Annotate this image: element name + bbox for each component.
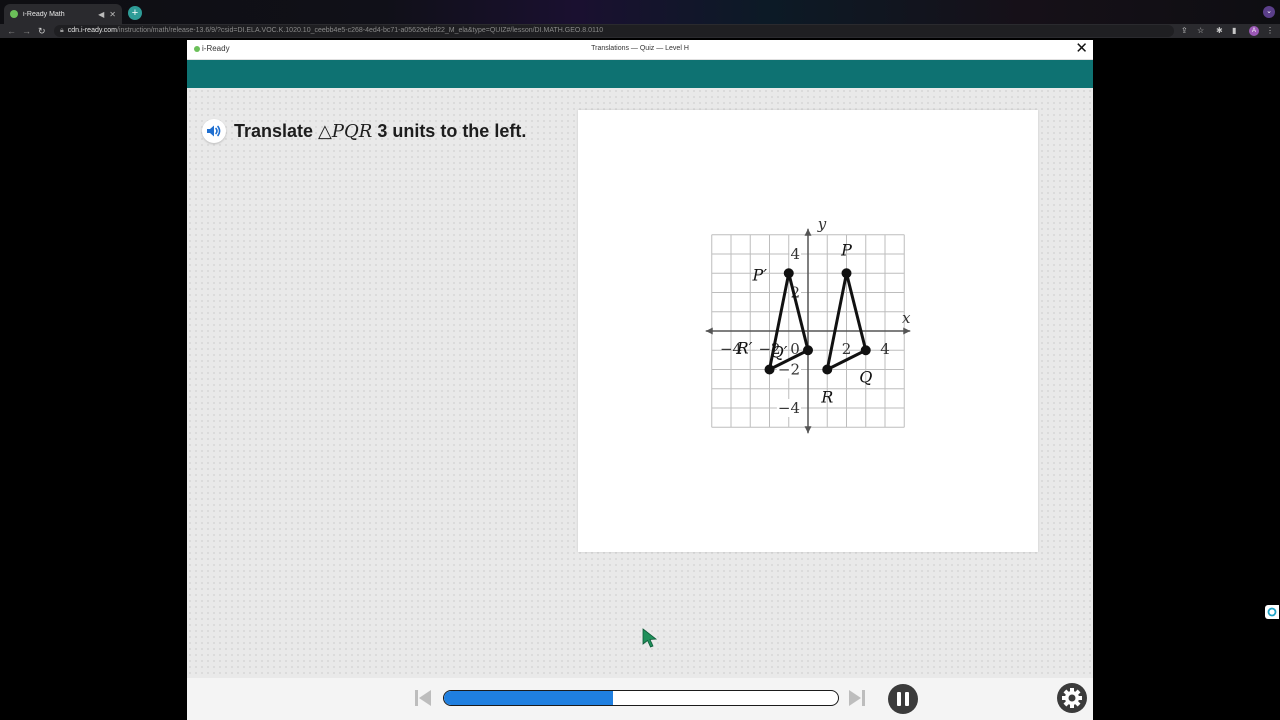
vertex-label: R xyxy=(820,388,833,407)
vertex-point xyxy=(860,345,871,356)
url-path: /instruction/math/release-13.6/9/?csid=D… xyxy=(117,27,604,34)
pause-bar-left xyxy=(897,692,901,706)
previous-icon[interactable] xyxy=(413,688,433,708)
browser-menu-icon[interactable]: ⋮ xyxy=(1266,24,1274,38)
mouse-cursor-icon xyxy=(642,628,658,648)
prompt-text-start: Translate xyxy=(234,120,319,141)
x-axis-label: x xyxy=(902,309,911,327)
vertex-label: P′ xyxy=(752,265,768,284)
prompt-text-end: 3 units to the left. xyxy=(372,120,527,141)
y-axis-arrow-down xyxy=(804,426,812,434)
vertex-point xyxy=(783,268,794,279)
vertex-label: R′ xyxy=(736,339,753,358)
assistant-ring-icon xyxy=(1267,607,1277,617)
browser-tab[interactable]: i-Ready Math ◀ ✕ xyxy=(4,4,122,24)
vertex-label: Q′ xyxy=(771,342,788,361)
question-text: Translate △PQR 3 units to the left. xyxy=(234,121,526,142)
app-header: i-Ready Translations — Quiz — Level H ✕ xyxy=(187,40,1093,60)
next-icon[interactable] xyxy=(847,688,867,708)
speaker-icon xyxy=(207,125,221,137)
coordinate-graph-card: x y −4 −2 0 2 4 4 2 −2 −4 P Q R P′ Q′ R′ xyxy=(578,110,1038,552)
browser-toolbar: ← → ↻ 🔒︎ cdn.i-ready.com/instruction/math… xyxy=(0,24,1280,38)
vertex-label: P xyxy=(840,240,852,259)
x-tick-label: 2 xyxy=(842,340,852,358)
question-prompt: Translate △PQR 3 units to the left. xyxy=(202,119,526,143)
iready-favicon-icon xyxy=(10,10,18,18)
forward-arrow-icon[interactable]: → xyxy=(22,24,31,38)
vertex-label: Q xyxy=(859,367,872,386)
vertex-point xyxy=(841,268,852,279)
address-bar[interactable]: 🔒︎ cdn.i-ready.com/instruction/math/relea… xyxy=(54,25,1174,37)
triangle-label: △PQR xyxy=(318,120,373,142)
close-lesson-button[interactable]: ✕ xyxy=(1075,41,1088,57)
vertex-point xyxy=(764,364,775,375)
y-tick-label: −4 xyxy=(778,399,800,417)
pause-bar-right xyxy=(905,692,909,706)
vertex-point xyxy=(822,364,833,375)
lesson-title: Translations — Quiz — Level H xyxy=(591,45,689,52)
x-axis-arrow-left xyxy=(705,327,713,335)
coordinate-plane: xy−4 −2 0 2 442−2−4PQRP′Q′R′ xyxy=(705,215,911,434)
accessibility-widget[interactable] xyxy=(1265,605,1279,619)
pause-button[interactable] xyxy=(888,684,918,714)
lesson-controls xyxy=(187,678,1093,720)
tab-search-chevron-icon[interactable]: ⌄ xyxy=(1263,6,1275,18)
speaker-tab-icon[interactable]: ◀ xyxy=(98,10,104,19)
progress-bar xyxy=(443,690,839,706)
back-arrow-icon[interactable]: ← xyxy=(7,24,16,38)
reload-icon[interactable]: ↻ xyxy=(38,24,46,38)
bookmark-star-icon[interactable]: ☆ xyxy=(1197,24,1204,38)
header-band xyxy=(187,60,1093,88)
x-axis-arrow-right xyxy=(903,327,911,335)
share-icon[interactable]: ⇪ xyxy=(1181,24,1188,38)
y-axis-arrow-up xyxy=(804,228,812,236)
browser-tab-strip: i-Ready Math ◀ ✕ + ⌄ xyxy=(0,0,1280,24)
side-panel-icon[interactable]: ▮ xyxy=(1232,24,1236,38)
lock-icon: 🔒︎ xyxy=(60,27,64,34)
tab-title: i-Ready Math xyxy=(23,10,65,18)
read-aloud-button[interactable] xyxy=(202,119,226,143)
settings-gear-icon[interactable] xyxy=(1057,683,1087,713)
progress-fill xyxy=(444,691,614,705)
x-tick-label: 4 xyxy=(880,340,890,358)
new-tab-button[interactable]: + xyxy=(128,6,142,20)
vertex-point xyxy=(803,345,813,356)
close-tab-icon[interactable]: ✕ xyxy=(109,10,116,19)
iready-app: i-Ready Translations — Quiz — Level H ✕ … xyxy=(187,40,1093,720)
extensions-puzzle-icon[interactable]: ✱ xyxy=(1216,24,1223,38)
y-tick-label: 4 xyxy=(790,245,800,263)
url-host: cdn.i-ready.com xyxy=(67,27,118,34)
y-axis-label: y xyxy=(817,215,827,233)
profile-avatar[interactable]: A xyxy=(1249,26,1259,36)
